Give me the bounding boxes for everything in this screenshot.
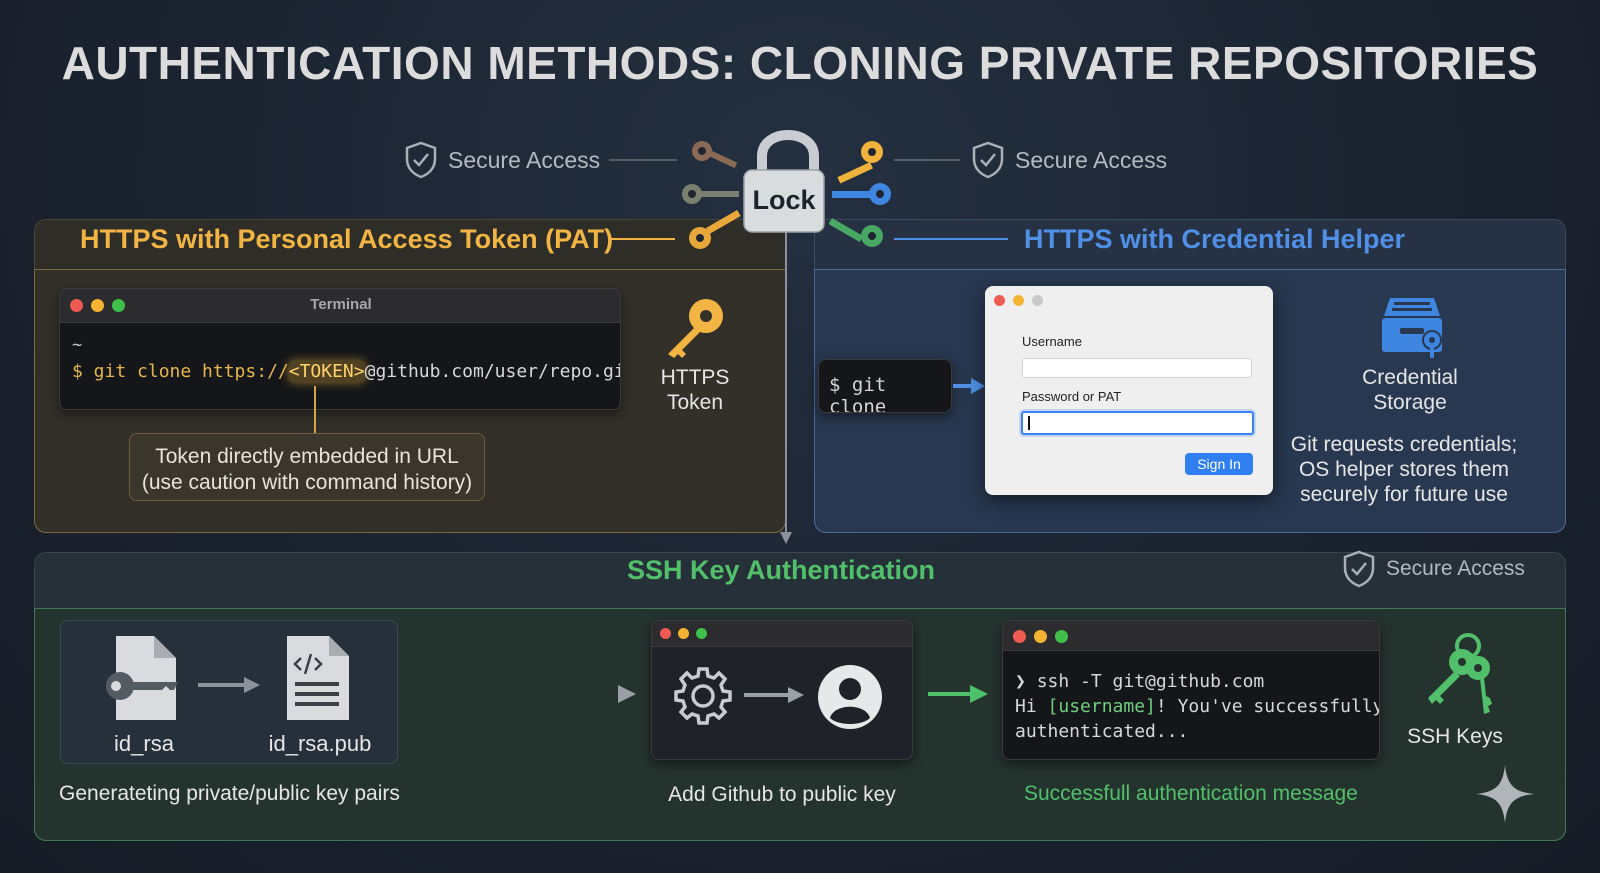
user-avatar-icon	[818, 665, 882, 729]
terminal-output: ❯ ssh -T git@github.com Hi [username]! Y…	[1015, 669, 1380, 744]
git-clone-command[interactable]: $ git clone	[818, 359, 952, 413]
close-window-button[interactable]	[994, 295, 1005, 306]
ssh-command: ssh -T git@github.com	[1036, 671, 1265, 692]
window-title-bar	[652, 621, 912, 647]
terminal-line: Hi [username]! You've successfully	[1015, 694, 1380, 719]
password-label: Password or PAT	[1022, 389, 1122, 404]
label-line: Token	[666, 391, 724, 414]
password-field[interactable]	[1021, 411, 1254, 435]
prompt-dollar: $ git clone	[72, 361, 203, 382]
ssh-terminal-window: ❯ ssh -T git@github.com Hi [username]! Y…	[1002, 620, 1380, 760]
flow-arrow-green	[928, 685, 988, 703]
key-ring-icon	[1428, 633, 1492, 714]
page-title: AUTHENTICATION METHODS: CLONING PRIVATE …	[61, 37, 1539, 89]
divider	[609, 238, 675, 240]
https-token-label: HTTPS Token	[640, 365, 750, 415]
secure-access-badge-right: Secure Access	[971, 141, 1167, 179]
callout-line: Token directly embedded in URL	[155, 445, 459, 468]
maximize-window-button[interactable]	[1055, 630, 1068, 643]
minimize-window-button[interactable]	[1013, 295, 1024, 306]
callout-connector	[314, 386, 316, 434]
prompt-symbol: ❯	[1015, 671, 1037, 692]
terminal-title-bar: Terminal	[60, 289, 620, 323]
desc-line: OS helper stores them	[1298, 458, 1510, 481]
shield-check-icon	[972, 141, 1004, 179]
label-line: Storage	[1373, 391, 1447, 414]
arrow-right-icon	[744, 687, 804, 703]
output-text: ! You've successfully	[1155, 696, 1380, 717]
step1-caption: Generateting private/public key pairs	[59, 782, 400, 805]
terminal-line: authenticated...	[1015, 721, 1189, 742]
divider	[894, 238, 1008, 240]
desc-line: Git requests credentials;	[1290, 433, 1518, 456]
credential-dialog: Username Password or PAT Sign In	[985, 286, 1273, 495]
key-icon	[668, 299, 723, 358]
key-icon	[837, 141, 883, 184]
divider	[609, 159, 677, 161]
token-callout: Token directly embedded in URL (use caut…	[129, 433, 485, 501]
key-icon	[832, 183, 891, 205]
desc-line: securely for future use	[1300, 483, 1508, 506]
secure-access-label: Secure Access	[1015, 146, 1168, 173]
pat-panel-title: HTTPS with Personal Access Token (PAT)	[80, 224, 614, 254]
terminal-command-line[interactable]: $ git clone https://<TOKEN>@github.com/u…	[72, 361, 621, 382]
close-window-button[interactable]	[1013, 630, 1026, 643]
close-window-button[interactable]	[660, 628, 671, 639]
secure-access-badge-left: Secure Access	[404, 141, 600, 179]
secure-access-label: Secure Access	[448, 146, 601, 173]
label-line: HTTPS	[660, 366, 730, 389]
url-scheme: https://	[202, 361, 289, 382]
credential-helper-title: HTTPS with Credential Helper	[1024, 224, 1406, 254]
arrow-right-icon	[953, 378, 985, 394]
secure-access-badge-ssh: Secure Access	[1342, 550, 1525, 588]
key-icon	[689, 210, 741, 249]
sparkle-icon	[1476, 765, 1534, 823]
token-placeholder: <TOKEN>	[288, 361, 365, 382]
arrow-right-icon	[198, 677, 260, 693]
credential-storage-label: Credential Storage	[1340, 365, 1480, 415]
ssh-panel-title: SSH Key Authentication	[626, 555, 936, 585]
key-icon	[692, 141, 738, 169]
central-arrow	[780, 230, 792, 544]
key-icon	[682, 184, 739, 204]
username-placeholder: [username]	[1047, 696, 1156, 717]
public-key-label: id_rsa.pub	[268, 731, 372, 756]
terminal-prompt-tilde: ~	[72, 335, 83, 355]
minimize-window-button[interactable]	[1034, 630, 1047, 643]
credential-helper-description: Git requests credentials; OS helper stor…	[1284, 432, 1524, 507]
callout-line: (use caution with command history)	[141, 471, 473, 494]
storage-box-icon	[1382, 298, 1442, 358]
public-key-file-icon	[287, 636, 349, 720]
secure-access-label: Secure Access	[1386, 557, 1525, 580]
url-rest: @github.com/user/repo.git	[364, 361, 621, 382]
username-label: Username	[1022, 334, 1082, 349]
maximize-window-button[interactable]	[1032, 295, 1043, 306]
sign-in-button[interactable]: Sign In	[1185, 453, 1253, 475]
private-key-label: id_rsa	[114, 731, 174, 756]
shield-check-icon	[1343, 550, 1375, 588]
gear-icon	[674, 667, 732, 725]
minimize-window-button[interactable]	[678, 628, 689, 639]
private-key-file-icon	[106, 636, 178, 720]
terminal-line: ❯ ssh -T git@github.com	[1015, 669, 1379, 694]
step2-caption: Add Github to public key	[668, 783, 896, 806]
lock-label: Lock	[752, 185, 816, 215]
username-field[interactable]	[1022, 358, 1252, 378]
github-settings-window	[651, 620, 913, 760]
terminal-title-bar	[1003, 621, 1379, 651]
maximize-window-button[interactable]	[696, 628, 707, 639]
text-cursor	[1028, 416, 1030, 430]
key-icon	[828, 218, 883, 247]
output-text: Hi	[1015, 696, 1048, 717]
flow-arrow	[416, 685, 636, 703]
terminal-title: Terminal	[310, 296, 372, 313]
label-line: Credential	[1362, 366, 1458, 389]
shield-check-icon	[405, 141, 437, 179]
pat-terminal-window: Terminal ~ $ git clone https://<TOKEN>@g…	[59, 288, 621, 410]
ssh-keys-label: SSH Keys	[1407, 725, 1503, 748]
step3-caption: Successfull authentication message	[1024, 782, 1358, 805]
